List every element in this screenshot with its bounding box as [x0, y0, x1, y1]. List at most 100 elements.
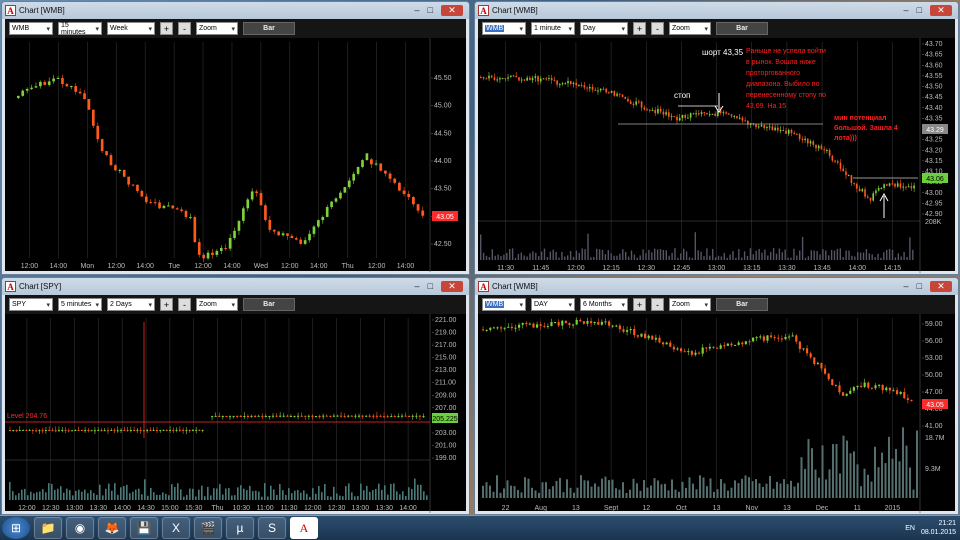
candle	[605, 88, 607, 93]
candle	[714, 113, 716, 116]
volume-bar	[906, 256, 908, 260]
explorer-icon[interactable]: 📁	[34, 517, 62, 539]
zoom-out-button[interactable]: -	[178, 22, 191, 35]
zoom-out-button[interactable]: -	[651, 22, 664, 35]
zoom-select[interactable]: Zoom	[196, 298, 238, 311]
symbol-select[interactable]: WMB	[9, 22, 53, 35]
maximize-icon[interactable]: □	[428, 5, 433, 16]
x-tick-label: 13:45	[813, 265, 831, 272]
windows-orb-icon[interactable]: ⊞	[2, 517, 30, 539]
minimize-icon[interactable]: –	[415, 5, 420, 16]
candle	[741, 117, 744, 121]
candle	[503, 327, 506, 329]
zoom-in-button[interactable]: +	[160, 298, 173, 311]
volume-bar	[342, 496, 344, 500]
volume-bar	[607, 250, 609, 260]
close-icon[interactable]: ✕	[441, 5, 463, 16]
volume-bar	[237, 487, 239, 500]
maximize-icon[interactable]: □	[428, 281, 433, 292]
x-tick-label: 15:00	[161, 505, 179, 512]
range-select[interactable]: Week	[107, 22, 155, 35]
close-icon[interactable]: ✕	[930, 281, 952, 292]
interval-select[interactable]: 1 minute	[531, 22, 575, 35]
interval-select[interactable]: 15 minutes	[58, 22, 102, 36]
window-titlebar[interactable]: A Chart [WMB] – □ ✕	[475, 278, 958, 295]
chart-window-wmb-1min[interactable]: AChart [WMB] –□ ✕ WMB 1 minute Day + - Zoo…	[474, 1, 959, 275]
chrome-icon[interactable]: ◉	[66, 517, 94, 539]
zoom-in-button[interactable]: +	[633, 22, 646, 35]
y-tick-label: 43.50	[434, 186, 452, 193]
excel-icon[interactable]: X	[162, 517, 190, 539]
zoom-in-button[interactable]: +	[160, 22, 173, 35]
clock[interactable]: 21:21 08.01.2015	[921, 519, 956, 537]
candle	[243, 415, 246, 417]
candle	[801, 139, 804, 141]
language-indicator[interactable]: EN	[905, 525, 915, 532]
bar-button[interactable]: Bar	[243, 298, 295, 311]
candle	[485, 329, 488, 331]
symbol-select[interactable]: WMB	[482, 298, 526, 311]
price-chart[interactable]: 12:00 12:30 13:00 13:30 14:00 14:30 15:00 15:30…	[5, 314, 466, 514]
range-select[interactable]: 2 Days	[107, 298, 155, 311]
price-chart[interactable]: 12:00 14:00 Mon 12:00 14:00 Tue 12:00 14:00 Wed 1…	[5, 38, 466, 272]
chart-window-wmb-15min[interactable]: AChart [WMB] –□ ✕ WMB 15 minutes Week + - …	[1, 1, 470, 275]
range-select[interactable]: Day	[580, 22, 628, 35]
candle	[892, 390, 895, 392]
zoom-select[interactable]: Zoom	[669, 298, 711, 311]
chart-window-spy-5min[interactable]: AChart [SPY] –□ ✕ SPY 5 minutes 2 Days + -…	[1, 277, 470, 515]
bar-button[interactable]: Bar	[716, 298, 768, 311]
zoom-out-button[interactable]: -	[178, 298, 191, 311]
acrobat-icon[interactable]: A	[290, 517, 318, 539]
maximize-icon[interactable]: □	[917, 5, 922, 16]
x-tick-label: 12:00	[18, 505, 36, 512]
volume-bar	[300, 492, 302, 500]
volume-bar	[813, 250, 815, 260]
volume-bar	[87, 493, 89, 500]
save-icon[interactable]: 💾	[130, 517, 158, 539]
y-tick-label: 59.00	[925, 321, 943, 328]
candle	[831, 155, 834, 161]
skype-icon[interactable]: S	[258, 517, 286, 539]
candle	[393, 178, 397, 183]
volume-bar	[575, 250, 578, 260]
range-select[interactable]: 6 Months	[580, 298, 628, 311]
close-icon[interactable]: ✕	[930, 5, 952, 16]
price-chart[interactable]: 11:30 11:45 12:00 12:15 12:30 12:45 13:00 13:15…	[478, 38, 955, 274]
candle	[600, 321, 603, 325]
volume-bar	[527, 478, 530, 498]
candle	[34, 86, 38, 88]
candle	[785, 130, 787, 134]
window-titlebar[interactable]: A Chart [WMB] – □ ✕	[475, 2, 958, 19]
firefox-icon[interactable]: 🦊	[98, 517, 126, 539]
maximize-icon[interactable]: □	[917, 281, 922, 292]
zoom-select[interactable]: Zoom	[669, 22, 711, 35]
video-icon[interactable]: 🎬	[194, 517, 222, 539]
bar-button[interactable]: Bar	[716, 22, 768, 35]
candle	[312, 226, 316, 234]
bar-button[interactable]: Bar	[243, 22, 295, 35]
interval-select[interactable]: 5 minutes	[58, 298, 102, 311]
window-titlebar[interactable]: A Chart [WMB] – □ ✕	[2, 2, 469, 19]
window-titlebar[interactable]: A Chart [SPY] – □ ✕	[2, 278, 469, 295]
interval-select[interactable]: DAY	[531, 298, 575, 311]
candle	[211, 416, 214, 418]
volume-bar	[656, 249, 659, 260]
candle	[39, 81, 42, 87]
candle	[626, 330, 629, 332]
minimize-icon[interactable]: –	[904, 281, 909, 292]
minimize-icon[interactable]: –	[415, 281, 420, 292]
zoom-in-button[interactable]: +	[633, 298, 646, 311]
chart-window-wmb-day[interactable]: AChart [WMB] –□ ✕ WMB DAY 6 Months + - Zoo…	[474, 277, 959, 515]
utorrent-icon[interactable]: µ	[226, 517, 254, 539]
zoom-select[interactable]: Zoom	[196, 22, 238, 35]
volume-bar	[761, 252, 763, 260]
volume-bar	[105, 488, 107, 500]
minimize-icon[interactable]: –	[904, 5, 909, 16]
symbol-select[interactable]: WMB	[482, 22, 526, 35]
close-icon[interactable]: ✕	[441, 281, 463, 292]
zoom-out-button[interactable]: -	[651, 298, 664, 311]
candle	[910, 399, 913, 401]
price-chart[interactable]: 22 Aug 13 Sept 12 Oct 13 Nov 13 Dec 11 2015 59.00 56.…	[478, 314, 955, 514]
symbol-select[interactable]: SPY	[9, 298, 53, 311]
y-tick-label: 43.35	[925, 115, 943, 122]
